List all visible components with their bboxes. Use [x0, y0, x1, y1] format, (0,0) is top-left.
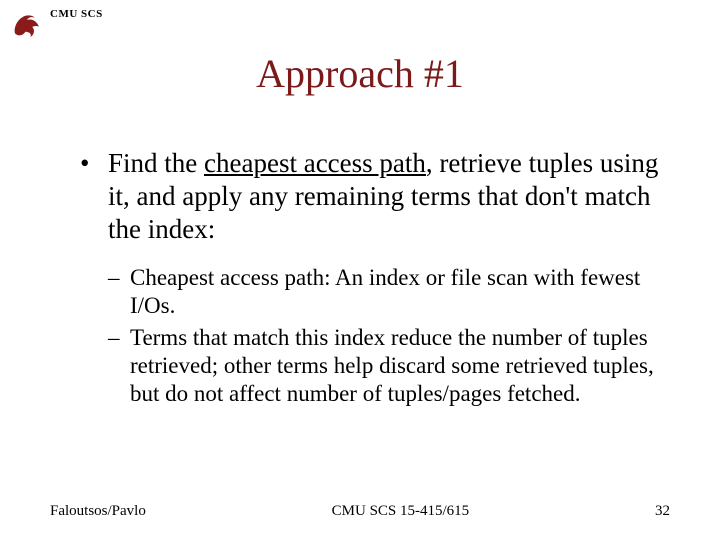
footer-page-number: 32 — [655, 503, 670, 520]
slide-body: Find the cheapest access path, retrieve … — [50, 147, 670, 408]
slide-title: Approach #1 — [50, 50, 670, 97]
slide-footer: Faloutsos/Pavlo CMU SCS 15-415/615 32 — [50, 503, 670, 520]
header-org-text: CMU SCS — [50, 8, 103, 20]
sub-bullet-text: Terms that match this index reduce the n… — [130, 325, 654, 406]
footer-authors: Faloutsos/Pavlo — [50, 503, 146, 520]
bullet-text-pre: Find the — [108, 148, 204, 178]
main-bullet: Find the cheapest access path, retrieve … — [80, 147, 670, 246]
slide-header: CMU SCS — [10, 8, 103, 42]
sub-bullet: Cheapest access path: An index or file s… — [108, 264, 670, 320]
footer-course: CMU SCS 15-415/615 — [332, 503, 470, 520]
sub-bullet-list: Cheapest access path: An index or file s… — [80, 264, 670, 408]
bullet-text-underlined: cheapest access path — [204, 148, 426, 178]
cmu-dragon-icon — [10, 8, 44, 42]
sub-bullet-text: Cheapest access path: An index or file s… — [130, 265, 640, 318]
sub-bullet: Terms that match this index reduce the n… — [108, 324, 670, 408]
